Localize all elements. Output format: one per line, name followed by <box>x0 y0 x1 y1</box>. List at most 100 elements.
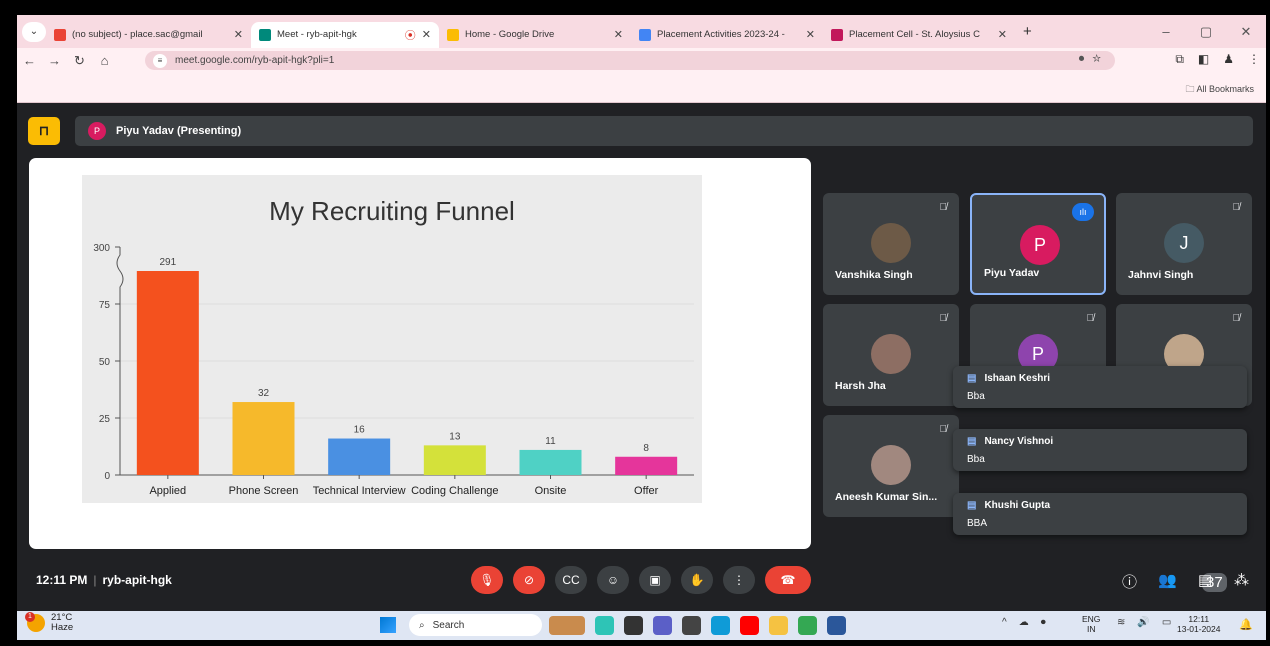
mic-muted-icon: 🎙̸ <box>1232 313 1241 324</box>
tab-meet[interactable]: Meet - ryb-apit-hgk ⦿ ✕ <box>251 21 439 48</box>
address-bar[interactable]: ≡ meet.google.com/ryb-apit-hgk?pli=1 ⏺☆ <box>145 51 1115 70</box>
y-tick-label: 25 <box>99 414 111 425</box>
present-button[interactable]: ▣ <box>639 566 671 594</box>
captions-button[interactable]: CC <box>555 566 587 594</box>
all-bookmarks[interactable]: 🗀 All Bookmarks <box>1185 82 1254 98</box>
mic-off-button[interactable]: 🎙 <box>471 566 503 594</box>
participant-tile[interactable]: 🎙̸ Harsh Jha <box>823 304 959 406</box>
screen: ⌄ (no subject) - place.sac@gmail ✕ Meet … <box>17 15 1266 640</box>
leave-call-button[interactable]: ☎ <box>765 566 811 594</box>
close-icon[interactable]: ✕ <box>422 28 431 41</box>
copilot-icon[interactable] <box>595 616 614 635</box>
mic-muted-icon: 🎙̸ <box>1232 202 1241 213</box>
clock[interactable]: 12:11 13-01-2024 <box>1177 614 1220 634</box>
side-panel-icon[interactable]: ◧ <box>1198 52 1209 67</box>
chat-icon[interactable]: ▤ <box>1198 571 1212 589</box>
meeting-info: 12:11 PM | ryb-apit-hgk <box>36 573 172 587</box>
language-indicator[interactable]: ENG IN <box>1082 614 1100 634</box>
cloud-icon[interactable]: ☁ <box>1019 617 1029 628</box>
bookmark-star-icon[interactable]: ☆ <box>1092 53 1109 65</box>
taskview-icon[interactable] <box>624 616 643 635</box>
side-tools: ⓘ 👥 37 ▤ ⁂ <box>1116 569 1266 593</box>
y-tick-label: 0 <box>104 471 110 482</box>
menu-icon[interactable]: ⋮ <box>1248 52 1260 67</box>
x-tick-label: Applied <box>149 485 186 497</box>
chat-notification[interactable]: ▤ Khushi Gupta BBA <box>953 493 1247 535</box>
participant-tile[interactable]: J 🎙̸ Jahnvi Singh <box>1116 193 1252 295</box>
participant-avatar: J <box>1164 223 1204 263</box>
mic-icon[interactable]: ⏺ <box>1079 53 1093 65</box>
word-icon[interactable] <box>827 616 846 635</box>
info-icon[interactable]: ⓘ <box>1122 571 1137 592</box>
site-info-icon[interactable]: ≡ <box>153 53 167 68</box>
x-tick-label: Coding Challenge <box>411 485 498 497</box>
bar-value-label: 11 <box>545 436 556 447</box>
minimize-icon[interactable]: – <box>1146 24 1186 39</box>
more-options-button[interactable]: ⋮ <box>723 566 755 594</box>
tab-sheets[interactable]: Placement Activities 2023-24 - ✕ <box>631 22 823 48</box>
chat-app-icon[interactable] <box>653 616 672 635</box>
close-icon[interactable]: ✕ <box>234 28 243 41</box>
tab-search-icon[interactable]: ⌄ <box>22 21 46 42</box>
funnel-chart: My Recruiting Funnel 0 25 50 75 300 291 Applied… <box>82 175 702 503</box>
emoji-button[interactable]: ☺ <box>597 566 629 594</box>
reload-icon[interactable]: ↻ <box>67 53 92 69</box>
drive-icon <box>447 28 459 41</box>
edge-icon[interactable] <box>711 616 730 635</box>
youtube-icon[interactable] <box>740 616 759 635</box>
tab-placement[interactable]: Placement Cell - St. Aloysius C ✕ <box>823 22 1015 48</box>
bar-value-label: 8 <box>643 443 649 454</box>
tab-drive[interactable]: Home - Google Drive ✕ <box>439 22 631 48</box>
bar-value-label: 13 <box>449 431 461 442</box>
profile-icon[interactable]: ♟ <box>1223 52 1234 67</box>
calculator-icon[interactable] <box>682 616 701 635</box>
participant-avatar: P <box>1020 225 1060 265</box>
home-icon[interactable]: ⌂ <box>92 53 117 68</box>
new-tab-icon[interactable]: + <box>1023 23 1032 40</box>
extensions-icon[interactable]: ⧉ <box>1175 52 1184 67</box>
chat-notification[interactable]: ▤ Nancy Vishnoi Bba <box>953 429 1247 471</box>
notification-bell-icon[interactable]: 🔔 <box>1239 618 1253 631</box>
restore-icon[interactable]: ▢ <box>1186 24 1226 40</box>
status-icons: ≋ 🔊 ▭ <box>1117 617 1171 628</box>
address-toolbar: ← → ↻ ⌂ ≡ meet.google.com/ryb-apit-hgk?p… <box>17 48 1266 73</box>
camera-off-button[interactable]: ⊘ <box>513 566 545 594</box>
participant-tile[interactable]: 🎙̸ Aneesh Kumar Sin... <box>823 415 959 517</box>
bar-value-label: 16 <box>354 425 366 436</box>
volume-icon[interactable]: 🔊 <box>1137 617 1149 628</box>
tab-gmail[interactable]: (no subject) - place.sac@gmail ✕ <box>46 22 251 48</box>
close-icon[interactable]: ✕ <box>998 28 1007 41</box>
activities-icon[interactable]: ⁂ <box>1234 571 1249 589</box>
participant-name: Piyu Yadav <box>984 267 1040 279</box>
wifi-icon[interactable]: ≋ <box>1117 617 1125 628</box>
mic-muted-icon: 🎙̸ <box>939 313 948 324</box>
y-tick-label: 300 <box>93 243 110 254</box>
windows-start-icon[interactable] <box>380 617 396 633</box>
chrome-icon[interactable] <box>798 616 817 635</box>
people-icon[interactable]: 👥 37 <box>1158 571 1227 592</box>
close-icon[interactable]: ✕ <box>614 28 623 41</box>
chevron-up-icon[interactable]: ^ <box>1002 617 1007 628</box>
forward-icon[interactable]: → <box>42 53 67 68</box>
explorer-icon[interactable] <box>769 616 788 635</box>
close-icon[interactable]: ✕ <box>806 28 815 41</box>
presentation-icon[interactable]: ⊓ <box>28 117 60 145</box>
participant-tile[interactable]: Pılı Piyu Yadav <box>970 193 1106 295</box>
url-text: meet.google.com/ryb-apit-hgk?pli=1 <box>175 55 335 66</box>
taskbar-search[interactable]: ⌕ Search <box>409 614 542 636</box>
battery-icon[interactable]: ▭ <box>1162 617 1171 628</box>
docs-icon <box>639 28 651 41</box>
participant-tile[interactable]: 🎙̸ Vanshika Singh <box>823 193 959 295</box>
back-icon[interactable]: ← <box>17 53 42 68</box>
x-tick-label: Offer <box>634 485 659 497</box>
close-window-icon[interactable]: ✕ <box>1226 24 1266 40</box>
participant-avatar <box>871 223 911 263</box>
chat-notification[interactable]: ▤ Ishaan Keshri Bba <box>953 366 1247 408</box>
chat-icon: ▤ <box>967 500 977 511</box>
bookmarks-bar: 🗀 All Bookmarks <box>17 73 1266 103</box>
mic-tray-icon[interactable]: ⏺ <box>1041 617 1046 628</box>
weather-widget[interactable]: 1 21°C Haze <box>25 612 73 633</box>
chat-sender: Nancy Vishnoi <box>984 436 1054 447</box>
raise-hand-button[interactable]: ✋ <box>681 566 713 594</box>
widget-icon[interactable] <box>549 616 585 635</box>
